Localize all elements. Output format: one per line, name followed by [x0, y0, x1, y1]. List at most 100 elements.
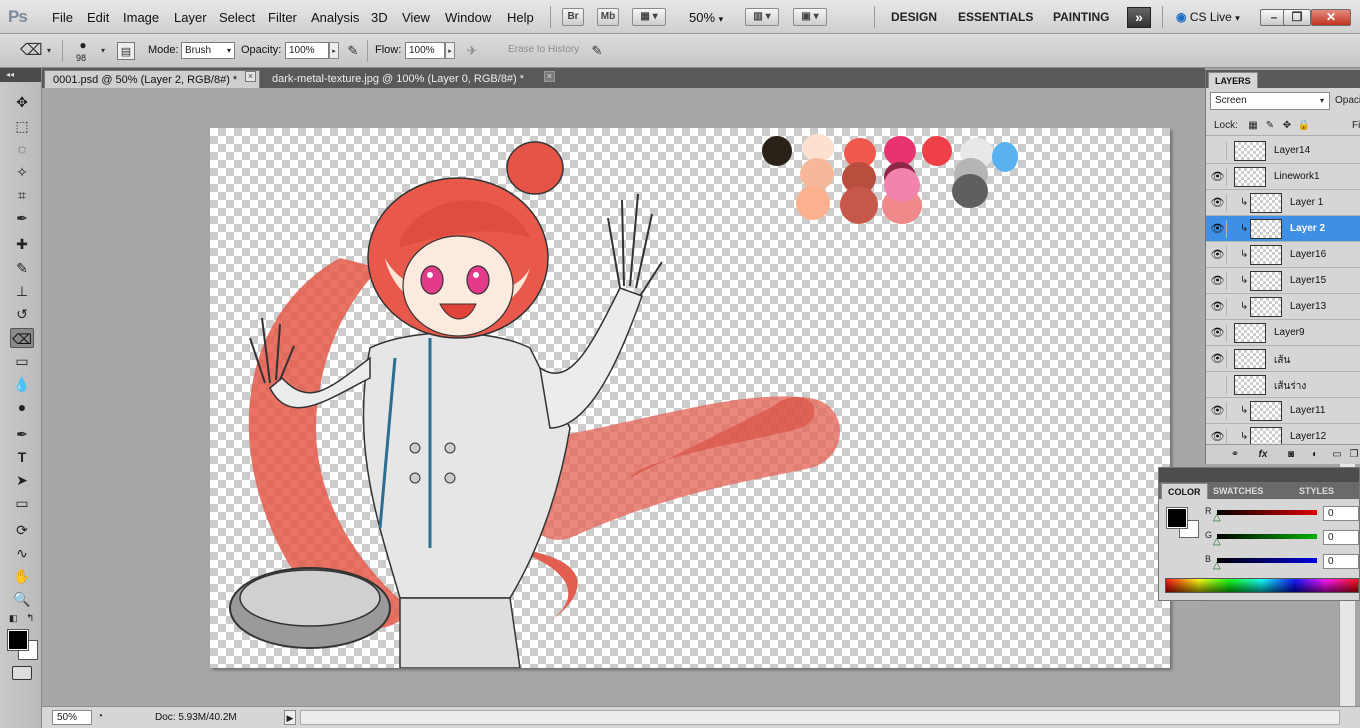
- tablet-pressure-opacity-icon[interactable]: ✎: [344, 42, 362, 60]
- opacity-input[interactable]: 100%: [285, 42, 329, 59]
- layer-thumbnail[interactable]: [1234, 141, 1266, 161]
- menu-view[interactable]: View: [402, 10, 430, 25]
- close-tab-icon[interactable]: ×: [245, 71, 256, 82]
- layer-thumbnail[interactable]: [1234, 375, 1266, 395]
- workspace-design[interactable]: DESIGN: [891, 10, 937, 24]
- menu-file[interactable]: File: [52, 10, 73, 25]
- cs-live-menu[interactable]: ◉ CS Live ▾: [1176, 10, 1240, 24]
- menu-help[interactable]: Help: [507, 10, 534, 25]
- eye-icon[interactable]: 👁: [1209, 168, 1227, 186]
- green-channel-input[interactable]: 0: [1323, 530, 1359, 545]
- lock-image-icon[interactable]: ✎: [1263, 119, 1277, 133]
- tab-color[interactable]: COLOR: [1161, 483, 1208, 499]
- brush-tool-icon[interactable]: ✎: [10, 258, 34, 278]
- zoom-input[interactable]: 50%: [52, 710, 92, 725]
- workspace-painting[interactable]: PAINTING: [1053, 10, 1109, 24]
- screen-mode-button[interactable]: ▣ ▾: [793, 8, 827, 26]
- menu-window[interactable]: Window: [445, 10, 491, 25]
- extras-menu-button[interactable]: ▦ ▾: [632, 8, 666, 26]
- marquee-tool-icon[interactable]: ⬚: [10, 116, 34, 136]
- eye-icon[interactable]: 👁: [1209, 402, 1227, 420]
- eraser-tool-preset-icon[interactable]: ⌫: [20, 42, 43, 60]
- bridge-button[interactable]: Br: [562, 8, 584, 26]
- healing-brush-tool-icon[interactable]: ✚: [10, 234, 34, 254]
- eye-icon[interactable]: 👁: [1209, 350, 1227, 368]
- flow-input[interactable]: 100%: [405, 42, 445, 59]
- eye-icon[interactable]: 👁: [1209, 272, 1227, 290]
- airbrush-icon[interactable]: ✈: [463, 42, 481, 60]
- lock-all-icon[interactable]: 🔒: [1297, 119, 1311, 133]
- blur-tool-icon[interactable]: 💧: [10, 374, 34, 394]
- layer-row[interactable]: 👁 ↳ Layer11: [1206, 398, 1360, 424]
- layer-row[interactable]: เส้นร่าง: [1206, 372, 1360, 398]
- tab-dark-metal-texture[interactable]: dark-metal-texture.jpg @ 100% (Layer 0, …: [264, 70, 564, 88]
- tools-panel-header[interactable]: ◂◂: [0, 68, 41, 82]
- close-window-button[interactable]: ✕: [1311, 9, 1351, 26]
- opacity-slider-toggle[interactable]: ▸: [329, 42, 339, 59]
- menu-filter[interactable]: Filter: [268, 10, 297, 25]
- layer-thumbnail[interactable]: [1250, 401, 1282, 421]
- blend-mode-select[interactable]: Screen: [1210, 92, 1330, 110]
- gradient-tool-icon[interactable]: ▭: [10, 351, 34, 371]
- horizontal-scrollbar[interactable]: [300, 710, 1340, 725]
- lasso-tool-icon[interactable]: ◌: [10, 139, 34, 159]
- layer-thumbnail[interactable]: [1250, 245, 1282, 265]
- more-workspaces-button[interactable]: »: [1127, 7, 1151, 28]
- 3d-orbit-tool-icon[interactable]: ∿: [10, 543, 34, 563]
- visibility-off-icon[interactable]: [1209, 142, 1227, 160]
- layer-row[interactable]: 👁 ↳ Layer16: [1206, 242, 1360, 268]
- color-panel-titlebar[interactable]: [1159, 468, 1359, 482]
- layer-thumbnail[interactable]: [1250, 297, 1282, 317]
- red-channel-slider[interactable]: [1217, 510, 1317, 515]
- red-channel-input[interactable]: 0: [1323, 506, 1359, 521]
- tab-swatches[interactable]: SWATCHES: [1207, 483, 1269, 499]
- layer-row[interactable]: 👁 ↳ Layer 1: [1206, 190, 1360, 216]
- restore-button[interactable]: ❐: [1283, 9, 1311, 26]
- layer-thumbnail[interactable]: [1234, 349, 1266, 369]
- menu-edit[interactable]: Edit: [87, 10, 109, 25]
- mask-icon[interactable]: ◙: [1284, 448, 1298, 462]
- status-menu-arrow[interactable]: ▶: [284, 710, 296, 725]
- layer-row[interactable]: 👁 Linework1: [1206, 164, 1360, 190]
- group-icon[interactable]: ▭: [1330, 448, 1344, 462]
- lock-transparency-icon[interactable]: ▦: [1246, 119, 1260, 133]
- flow-slider-toggle[interactable]: ▸: [445, 42, 455, 59]
- blue-channel-input[interactable]: 0: [1323, 554, 1359, 569]
- green-slider-thumb-icon[interactable]: △: [1213, 536, 1221, 547]
- adjustment-icon[interactable]: ◐: [1308, 448, 1322, 462]
- foreground-color-swatch[interactable]: [7, 629, 29, 651]
- layer-row[interactable]: 👁 เส้น: [1206, 346, 1360, 372]
- eye-icon[interactable]: 👁: [1209, 194, 1227, 212]
- move-tool-icon[interactable]: ✥: [10, 92, 34, 112]
- brush-panel-toggle-icon[interactable]: ▤: [117, 42, 135, 60]
- layer-thumbnail[interactable]: [1234, 167, 1266, 187]
- close-tab-icon[interactable]: ×: [544, 71, 555, 82]
- blue-channel-slider[interactable]: [1217, 558, 1317, 563]
- mode-select[interactable]: Brush ▾: [181, 42, 235, 59]
- pen-tool-icon[interactable]: ✒: [10, 424, 34, 444]
- quick-mask-button[interactable]: [12, 666, 32, 680]
- eraser-tool-icon[interactable]: ⌫: [10, 328, 34, 348]
- color-foreground-swatch[interactable]: [1166, 507, 1188, 529]
- eye-icon[interactable]: 👁: [1209, 324, 1227, 342]
- brush-tip-icon[interactable]: ●: [74, 39, 92, 51]
- rectangle-tool-icon[interactable]: ▭: [10, 493, 34, 513]
- eye-icon[interactable]: 👁: [1209, 220, 1227, 238]
- eye-icon[interactable]: 👁: [1209, 246, 1227, 264]
- mini-bridge-button[interactable]: Mb: [597, 8, 619, 26]
- chevron-down-icon[interactable]: ▾: [94, 42, 112, 60]
- red-slider-thumb-icon[interactable]: △: [1213, 512, 1221, 523]
- layer-row[interactable]: Layer14: [1206, 138, 1360, 164]
- dodge-tool-icon[interactable]: ●: [10, 397, 34, 417]
- menu-analysis[interactable]: Analysis: [311, 10, 359, 25]
- new-layer-icon[interactable]: ❐: [1347, 448, 1360, 462]
- layer-row[interactable]: 👁 ↳ Layer 2: [1206, 216, 1360, 242]
- path-selection-tool-icon[interactable]: ➤: [10, 470, 34, 490]
- menu-layer[interactable]: Layer: [174, 10, 207, 25]
- visibility-off-icon[interactable]: [1209, 376, 1227, 394]
- tab-styles[interactable]: STYLES: [1293, 483, 1340, 499]
- menu-image[interactable]: Image: [123, 10, 159, 25]
- tablet-pressure-size-icon[interactable]: ✎: [588, 42, 606, 60]
- menu-select[interactable]: Select: [219, 10, 255, 25]
- layer-thumbnail[interactable]: [1250, 219, 1282, 239]
